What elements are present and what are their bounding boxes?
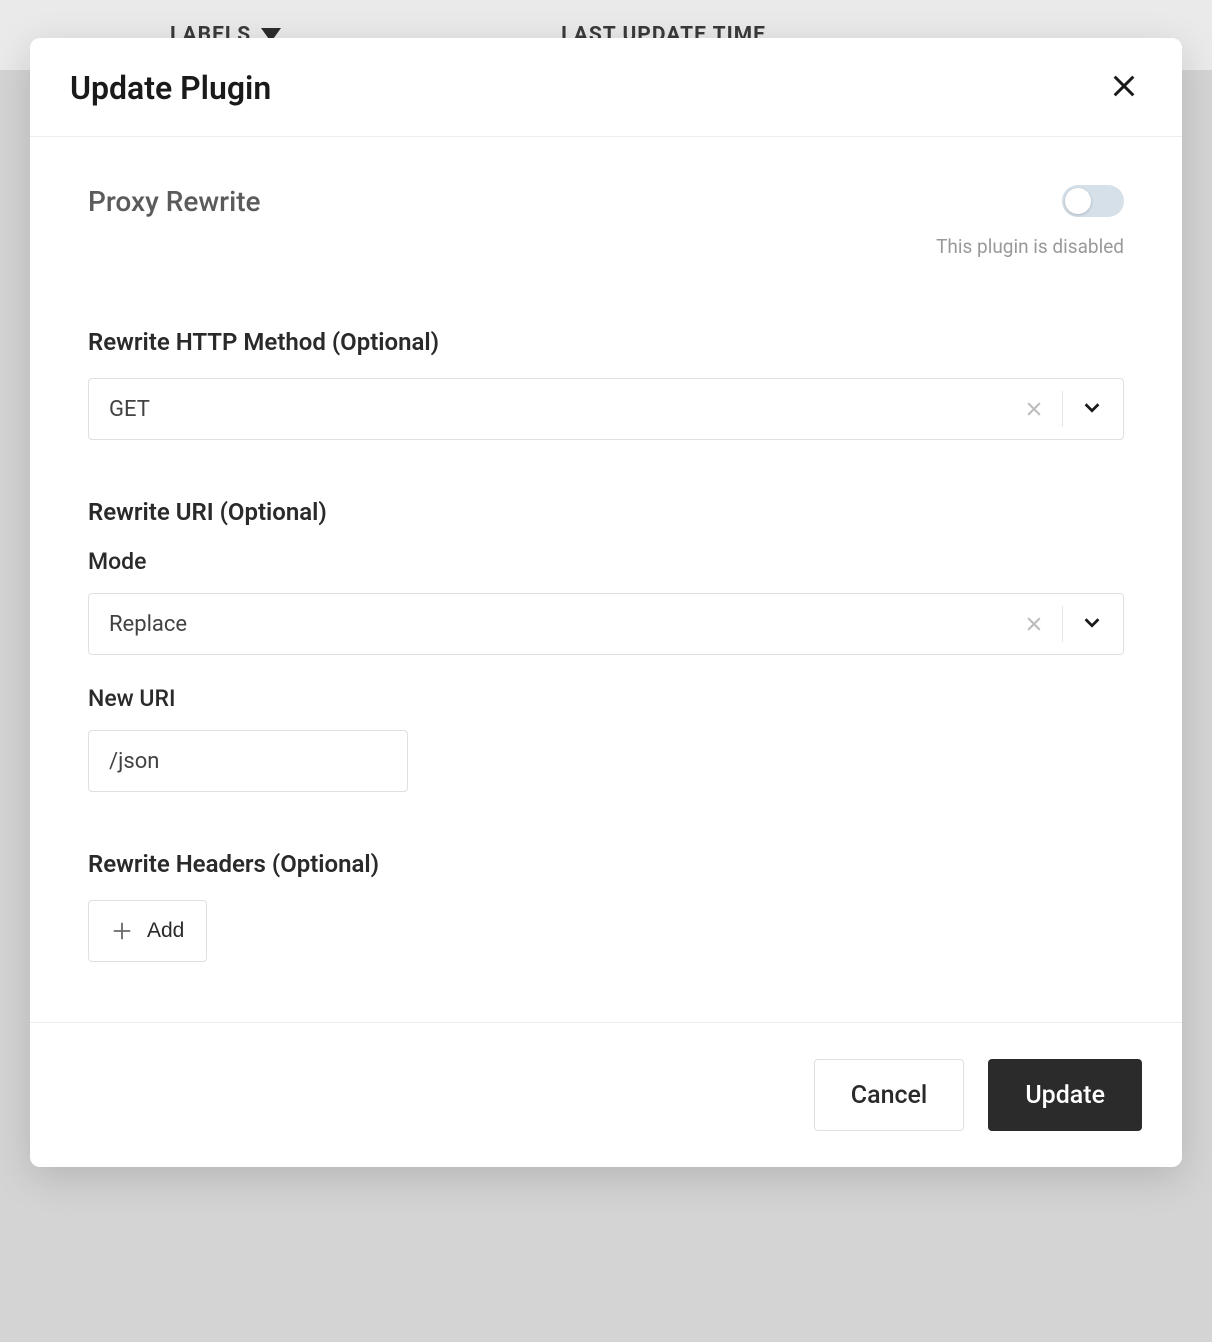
- select-divider: [1062, 606, 1063, 642]
- http-method-section: Rewrite HTTP Method (Optional) GET: [88, 328, 1124, 440]
- cancel-button[interactable]: Cancel: [814, 1059, 965, 1131]
- modal-footer: Cancel Update: [30, 1022, 1182, 1167]
- new-uri-input[interactable]: [88, 730, 408, 792]
- http-method-chevron: [1081, 396, 1103, 422]
- chevron-down-icon: [1081, 396, 1103, 418]
- http-method-clear-button[interactable]: [1024, 399, 1044, 419]
- http-method-label: Rewrite HTTP Method (Optional): [88, 328, 1124, 356]
- update-plugin-modal: Update Plugin Proxy Rewrite This plugin …: [30, 38, 1182, 1167]
- mode-select[interactable]: Replace: [88, 593, 1124, 655]
- headers-section: Rewrite Headers (Optional) Add: [88, 850, 1124, 962]
- clear-x-icon: [1024, 399, 1044, 419]
- add-button-label: Add: [147, 919, 184, 943]
- mode-value: Replace: [109, 612, 1024, 637]
- headers-label: Rewrite Headers (Optional): [88, 850, 1124, 878]
- uri-section: Rewrite URI (Optional) Mode Replace: [88, 498, 1124, 792]
- plus-icon: [111, 920, 133, 942]
- close-button[interactable]: [1106, 68, 1142, 108]
- chevron-down-icon: [1081, 611, 1103, 633]
- close-icon: [1110, 72, 1138, 100]
- http-method-value: GET: [109, 397, 1024, 422]
- toggle-status-text: This plugin is disabled: [936, 235, 1124, 258]
- mode-label: Mode: [88, 548, 1124, 575]
- new-uri-label: New URI: [88, 685, 1124, 712]
- modal-header: Update Plugin: [30, 38, 1182, 137]
- update-button[interactable]: Update: [988, 1059, 1142, 1131]
- mode-clear-button[interactable]: [1024, 614, 1044, 634]
- toggle-wrap: This plugin is disabled: [936, 185, 1124, 258]
- toggle-knob: [1065, 188, 1091, 214]
- update-button-label: Update: [1025, 1081, 1105, 1110]
- cancel-button-label: Cancel: [851, 1081, 928, 1110]
- modal-title: Update Plugin: [70, 69, 271, 107]
- mode-chevron: [1081, 611, 1103, 637]
- http-method-select[interactable]: GET: [88, 378, 1124, 440]
- add-header-button[interactable]: Add: [88, 900, 207, 962]
- select-divider: [1062, 391, 1063, 427]
- plugin-name: Proxy Rewrite: [88, 185, 261, 218]
- modal-body: Proxy Rewrite This plugin is disabled Re…: [30, 137, 1182, 1022]
- clear-x-icon: [1024, 614, 1044, 634]
- modal-overlay: Update Plugin Proxy Rewrite This plugin …: [0, 0, 1212, 1342]
- plugin-header-row: Proxy Rewrite This plugin is disabled: [88, 185, 1124, 258]
- uri-section-label: Rewrite URI (Optional): [88, 498, 1124, 526]
- plugin-enable-toggle[interactable]: [1062, 185, 1124, 217]
